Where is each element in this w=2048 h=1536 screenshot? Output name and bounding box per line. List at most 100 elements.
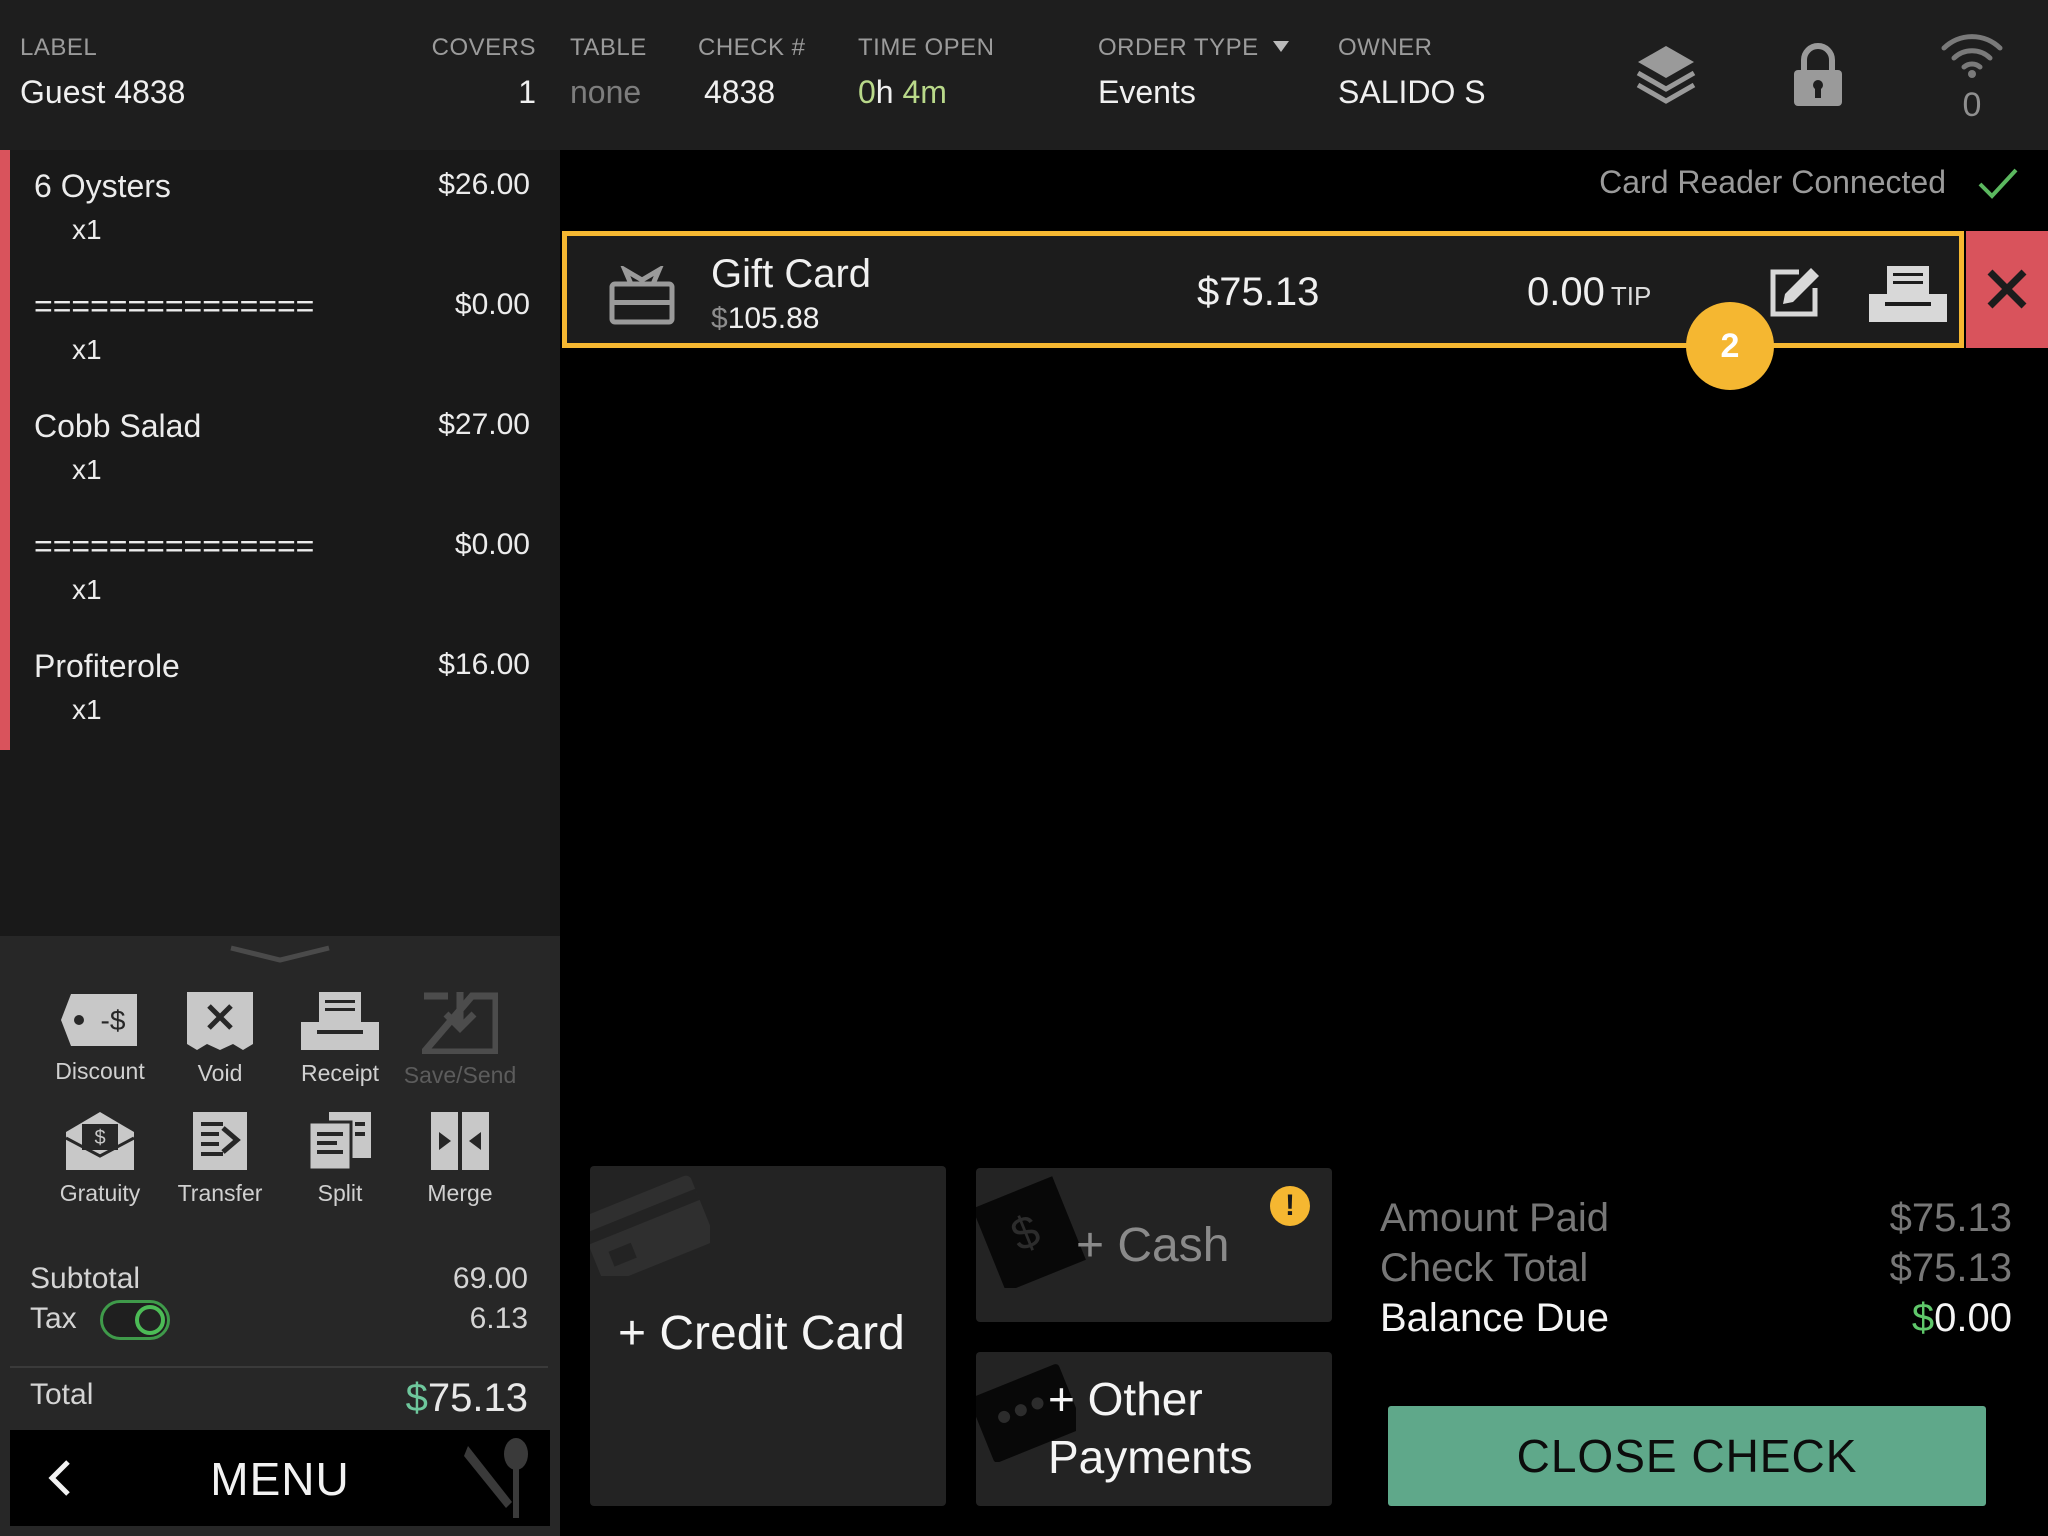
tax-value: 6.13 — [469, 1302, 528, 1335]
time-open-title: TIME OPEN — [858, 34, 995, 61]
receipt-label: Receipt — [301, 1060, 379, 1086]
tax-toggle[interactable] — [100, 1300, 170, 1340]
order-item-price: $16.00 — [438, 648, 530, 681]
order-item[interactable]: =============== $0.00 x1 — [34, 270, 530, 390]
add-other-payments-button[interactable]: + Other Payments — [976, 1352, 1332, 1506]
time-open-hours-unit: h — [875, 74, 894, 110]
label-title: LABEL — [20, 34, 98, 61]
table-title: TABLE — [570, 34, 647, 61]
check-total-value: $75.13 — [1889, 1246, 2012, 1290]
split-button[interactable]: Split — [280, 1110, 400, 1207]
payment-method-name: Gift Card — [711, 252, 872, 296]
balance-due-value: $0.00 — [1912, 1296, 2012, 1341]
order-item-name: =============== — [34, 528, 315, 564]
subtotal-label: Subtotal — [30, 1262, 141, 1295]
gift-card-balance-currency: $ — [711, 302, 728, 335]
time-open-field: TIME OPEN 0h 4m — [858, 34, 995, 111]
save-send-label: Save/Send — [403, 1062, 517, 1088]
tip-amount: 0.00 — [1527, 270, 1605, 314]
amount-paid-label: Amount Paid — [1380, 1196, 1610, 1240]
void-label: Void — [197, 1060, 243, 1086]
order-items-panel: 6 Oysters $26.00 x1 =============== $0.0… — [0, 150, 560, 936]
total-value: $75.13 — [406, 1376, 528, 1421]
owner-title: OWNER — [1338, 34, 1433, 61]
checkmark-icon — [1978, 168, 2018, 199]
edit-icon[interactable] — [1769, 266, 1821, 318]
add-credit-card-label: + Credit Card — [618, 1307, 905, 1360]
add-credit-card-button[interactable]: + Credit Card — [590, 1166, 946, 1506]
covers-field[interactable]: COVERS 1 — [420, 34, 536, 111]
print-receipt-icon[interactable] — [1867, 264, 1949, 324]
split-icon — [307, 1112, 371, 1172]
table-field[interactable]: TABLE none — [570, 34, 647, 111]
order-item-qty: x1 — [72, 694, 102, 725]
discount-button[interactable]: -$ Discount — [40, 990, 160, 1085]
amount-paid-value: $75.13 — [1889, 1196, 2012, 1240]
void-button[interactable]: Void — [160, 990, 280, 1087]
add-cash-label: + Cash — [1076, 1219, 1230, 1272]
dropdown-caret-icon — [1272, 41, 1289, 53]
order-type-title: ORDER TYPE — [1098, 34, 1289, 66]
check-header: LABEL Guest 4838 COVERS 1 TABLE none CHE… — [0, 0, 2048, 150]
discount-tag-icon: -$ — [61, 994, 137, 1046]
owner-field[interactable]: OWNER SALIDO S — [1338, 34, 1486, 111]
time-open-hours: 0 — [858, 74, 876, 110]
order-item-price: $0.00 — [454, 528, 530, 561]
order-item[interactable]: 6 Oysters $26.00 x1 — [34, 150, 530, 270]
label-field[interactable]: LABEL Guest 4838 — [20, 34, 185, 111]
gratuity-button[interactable]: $ Gratuity — [40, 1110, 160, 1207]
merge-icon — [431, 1112, 489, 1170]
add-other-payments-label: + Other Payments — [1048, 1373, 1253, 1483]
balance-due-currency: $ — [1911, 1296, 1935, 1340]
label-value: Guest 4838 — [20, 74, 186, 110]
check-total-label: Check Total — [1380, 1246, 1589, 1290]
order-item[interactable]: =============== $0.00 x1 — [34, 510, 530, 630]
remove-payment-button[interactable] — [1966, 231, 2048, 348]
save-send-icon — [422, 992, 498, 1054]
total-currency: $ — [405, 1376, 428, 1420]
order-type-dropdown[interactable]: ORDER TYPE Events — [1098, 34, 1289, 111]
printer-icon — [301, 992, 379, 1050]
time-open-minutes-unit: m — [920, 74, 947, 110]
covers-value: 1 — [518, 74, 536, 110]
menu-button[interactable]: MENU — [10, 1430, 550, 1526]
order-item-price: $26.00 — [438, 168, 530, 201]
save-send-button[interactable]: Save/Send — [400, 990, 520, 1089]
svg-text:$: $ — [94, 1127, 105, 1149]
wifi-count: 0 — [1962, 86, 1982, 124]
credit-card-icon — [590, 1175, 710, 1276]
chevron-down-icon[interactable] — [229, 944, 331, 964]
balance-due-amount: 0.00 — [1934, 1296, 2012, 1340]
gratuity-envelope-icon: $ — [65, 1112, 135, 1170]
split-label: Split — [317, 1180, 363, 1206]
order-item-qty: x1 — [72, 454, 102, 485]
tax-label: Tax — [30, 1302, 77, 1335]
order-item-name: Cobb Salad — [34, 408, 202, 444]
order-item[interactable]: Profiterole $16.00 x1 — [34, 630, 530, 750]
tip-label: TIP — [1610, 281, 1652, 311]
payment-tip[interactable]: 0.00 TIP — [1527, 270, 1651, 315]
check-number-field: CHECK # 4838 — [698, 34, 806, 111]
tax-toggle-knob — [135, 1305, 165, 1335]
lock-icon[interactable] — [1790, 40, 1846, 110]
gratuity-label: Gratuity — [59, 1180, 141, 1206]
order-item[interactable]: Cobb Salad $27.00 x1 — [34, 390, 530, 510]
transfer-icon — [193, 1112, 247, 1170]
time-open-minutes: 4 — [902, 74, 921, 110]
cash-bill-icon: $ — [976, 1176, 1086, 1288]
order-item-price: $27.00 — [438, 408, 530, 441]
layers-icon[interactable] — [1634, 42, 1698, 108]
receipt-button[interactable]: Receipt — [280, 990, 400, 1087]
svg-text:-$: -$ — [101, 1005, 126, 1036]
order-item-qty: x1 — [72, 574, 102, 605]
order-item-name: 6 Oysters — [34, 168, 171, 204]
warning-icon: ! — [1270, 1186, 1310, 1226]
wifi-icon — [1941, 34, 2003, 78]
order-item-name: =============== — [34, 288, 315, 324]
merge-button[interactable]: Merge — [400, 1110, 520, 1207]
utensils-icon — [464, 1438, 528, 1518]
add-cash-button[interactable]: $ + Cash ! — [976, 1168, 1332, 1322]
discount-label: Discount — [55, 1058, 145, 1084]
close-check-button[interactable]: CLOSE CHECK — [1388, 1406, 1986, 1506]
transfer-button[interactable]: Transfer — [160, 1110, 280, 1207]
